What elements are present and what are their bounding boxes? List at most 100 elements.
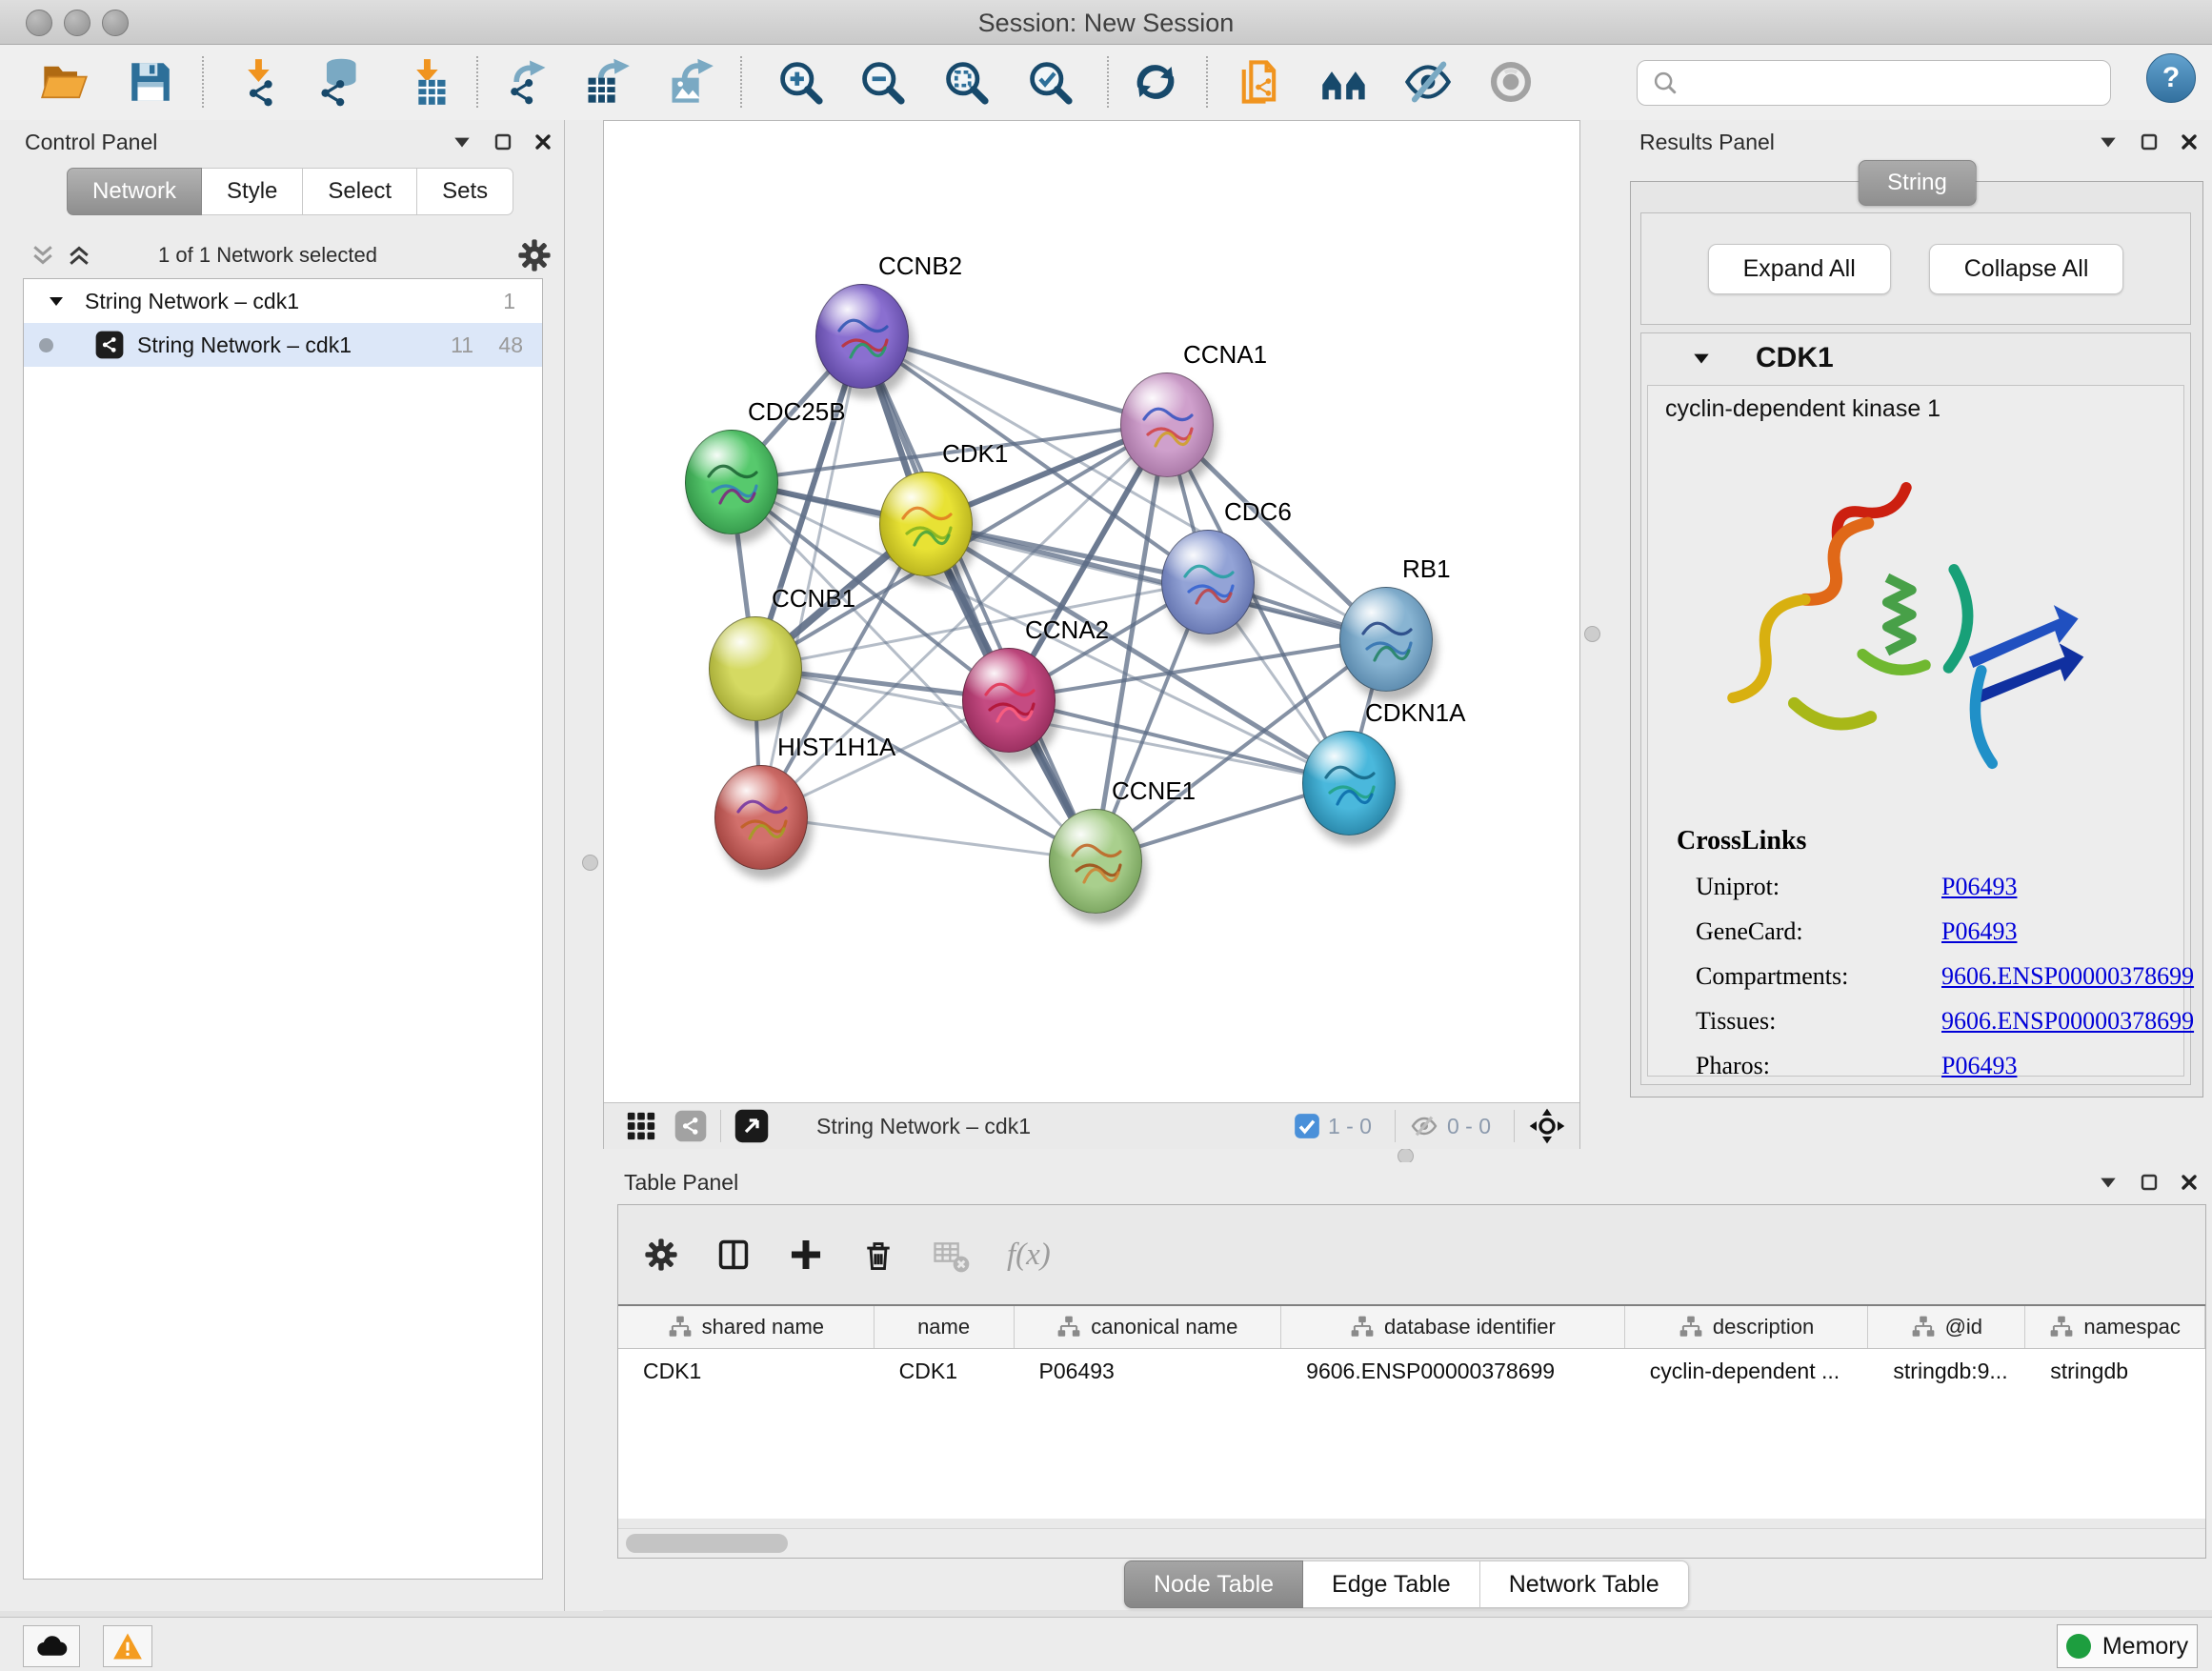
tab-select[interactable]: Select (303, 168, 417, 215)
float-panel-icon[interactable] (2140, 132, 2159, 151)
column-header-shared-name[interactable]: shared name (618, 1306, 875, 1348)
protein-thumbnail (686, 431, 777, 534)
zoom-in-button[interactable] (769, 50, 832, 113)
network-node-ccne1[interactable] (1049, 809, 1142, 914)
network-node-cdc6[interactable] (1161, 530, 1255, 634)
tab-network-table[interactable]: Network Table (1480, 1560, 1689, 1608)
panel-menu-icon[interactable] (452, 131, 473, 152)
results-panel: Results Panel String Expand All Collapse… (1622, 120, 2212, 1160)
table-cell[interactable]: stringdb (2025, 1349, 2205, 1393)
close-panel-icon[interactable] (533, 132, 553, 151)
crosslink-link[interactable]: 9606.ENSP00000378699 (1941, 1007, 2194, 1036)
help-button[interactable]: ? (2146, 53, 2196, 103)
hidden-eye-icon[interactable] (1409, 1111, 1439, 1141)
show-columns-icon[interactable] (715, 1237, 752, 1273)
network-node-ccnb1[interactable] (709, 616, 802, 721)
crosslink-link[interactable]: 9606.ENSP00000378699 (1941, 962, 2194, 991)
close-panel-icon[interactable] (2180, 1173, 2199, 1192)
zoom-selected-button[interactable] (1018, 50, 1081, 113)
float-panel-icon[interactable] (2140, 1173, 2159, 1192)
network-canvas[interactable]: CCNB2CCNA1CDC25BCDK1CDC6RB1CCNB1CCNA2CDK… (604, 121, 1579, 1102)
network-node-hist1h1a[interactable] (714, 765, 808, 870)
delete-table-icon[interactable] (933, 1236, 971, 1274)
panel-menu-icon[interactable] (2098, 131, 2119, 152)
export-network-button[interactable] (495, 50, 558, 113)
network-row[interactable]: String Network – cdk1 11 48 (24, 323, 542, 367)
first-neighbors-button[interactable] (1313, 50, 1376, 113)
table-row[interactable]: CDK1CDK1P064939606.ENSP00000378699cyclin… (618, 1349, 2205, 1393)
delete-column-icon[interactable] (860, 1237, 896, 1273)
table-cell[interactable]: stringdb:9... (1868, 1349, 2025, 1393)
memory-button[interactable]: Memory (2057, 1624, 2198, 1668)
search-box[interactable] (1637, 60, 2111, 106)
gear-icon[interactable] (516, 237, 553, 273)
network-view-toolbar: String Network – cdk1 1 - 0 0 - 0 (604, 1102, 1579, 1149)
close-panel-icon[interactable] (2180, 132, 2199, 151)
network-edge[interactable] (861, 335, 1095, 860)
network-node-rb1[interactable] (1339, 587, 1433, 692)
selected-checkbox-icon[interactable] (1294, 1113, 1320, 1139)
open-session-button[interactable] (33, 50, 96, 113)
function-builder-button[interactable]: f(x) (1007, 1238, 1051, 1273)
export-table-button[interactable] (575, 50, 638, 113)
tab-network[interactable]: Network (67, 168, 202, 215)
entry-expanded-icon[interactable] (1691, 348, 1712, 369)
crosslink-link[interactable]: P06493 (1941, 917, 2017, 946)
network-node-ccna2[interactable] (962, 648, 1056, 753)
expand-all-button[interactable]: Expand All (1708, 244, 1891, 294)
tab-sets[interactable]: Sets (417, 168, 513, 215)
table-cell[interactable]: 9606.ENSP00000378699 (1281, 1349, 1625, 1393)
collection-expanded-icon[interactable] (47, 292, 66, 311)
crosslink-link[interactable]: P06493 (1941, 873, 2017, 901)
float-panel-icon[interactable] (493, 132, 513, 151)
birds-eye-crosshair-icon[interactable] (1528, 1107, 1566, 1145)
export-image-button[interactable] (659, 50, 722, 113)
hide-selected-button[interactable] (1397, 50, 1459, 113)
import-table-button[interactable] (395, 50, 458, 113)
warning-button[interactable] (103, 1625, 152, 1667)
network-node-ccnb2[interactable] (815, 284, 909, 389)
network-node-cdc25b[interactable] (685, 430, 778, 534)
zoom-fit-button[interactable] (935, 50, 997, 113)
network-node-ccna1[interactable] (1120, 372, 1214, 477)
table-gear-icon[interactable] (643, 1237, 679, 1273)
import-network-file-button[interactable] (227, 50, 290, 113)
apply-layout-button[interactable] (1124, 50, 1187, 113)
network-node-cdk1[interactable] (879, 472, 973, 576)
new-network-from-selection-button[interactable] (1228, 50, 1291, 113)
share-view-icon[interactable] (674, 1110, 707, 1142)
splitter-grip[interactable] (582, 855, 598, 871)
splitter-grip[interactable] (1584, 626, 1600, 642)
grid-view-icon[interactable] (625, 1110, 657, 1142)
add-column-icon[interactable] (788, 1237, 824, 1273)
save-session-button[interactable] (119, 50, 182, 113)
crosslink-link[interactable]: P06493 (1941, 1052, 2017, 1080)
table-cell[interactable]: CDK1 (618, 1349, 875, 1393)
table-cell[interactable]: CDK1 (875, 1349, 1015, 1393)
table-hscrollbar[interactable] (618, 1528, 2205, 1558)
cloud-button[interactable] (23, 1625, 80, 1667)
column-header-name[interactable]: name (875, 1306, 1015, 1348)
network-edge[interactable] (760, 816, 1095, 860)
tab-edge-table[interactable]: Edge Table (1303, 1560, 1480, 1608)
tab-style[interactable]: Style (202, 168, 303, 215)
network-node-cdkn1a[interactable] (1302, 731, 1396, 836)
import-network-database-button[interactable] (308, 50, 371, 113)
column-header-canonical-name[interactable]: canonical name (1015, 1306, 1282, 1348)
zoom-out-button[interactable] (851, 50, 914, 113)
column-header-description[interactable]: description (1625, 1306, 1869, 1348)
tab-node-table[interactable]: Node Table (1124, 1560, 1303, 1608)
collapse-all-button[interactable]: Collapse All (1929, 244, 2124, 294)
network-collection-row[interactable]: String Network – cdk1 1 (24, 279, 542, 323)
column-header--id[interactable]: @id (1868, 1306, 2025, 1348)
search-input[interactable] (1687, 70, 2110, 97)
table-hscrollbar-thumb[interactable] (626, 1534, 788, 1553)
show-all-button[interactable] (1479, 50, 1542, 113)
detach-view-icon[interactable] (734, 1109, 769, 1143)
column-header-database-identifier[interactable]: database identifier (1281, 1306, 1625, 1348)
tab-string[interactable]: String (1858, 160, 1977, 206)
table-cell[interactable]: P06493 (1015, 1349, 1282, 1393)
column-header-namespac[interactable]: namespac (2025, 1306, 2205, 1348)
panel-menu-icon[interactable] (2098, 1172, 2119, 1193)
table-cell[interactable]: cyclin-dependent ... (1625, 1349, 1869, 1393)
